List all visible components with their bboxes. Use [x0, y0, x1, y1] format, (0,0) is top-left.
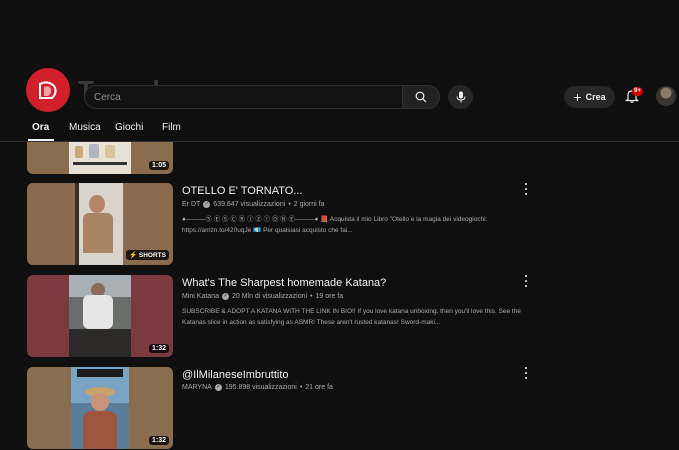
notification-badge: 9+ — [632, 87, 643, 96]
view-count: 195.898 visualizzazioni — [224, 384, 297, 391]
video-thumbnail[interactable]: 1:32 — [27, 275, 173, 357]
video-title[interactable]: What's The Sharpest homemade Katana? — [182, 277, 386, 289]
tab-film[interactable]: Film — [162, 122, 181, 133]
plus-icon: + — [573, 89, 582, 105]
more-actions-icon[interactable] — [522, 367, 530, 379]
video-thumbnail[interactable]: 1:05 — [27, 142, 173, 174]
channel-name[interactable]: MARYNA — [182, 384, 212, 391]
video-description: SUBSCRIBE & ADOPT A KATANA WITH THE LINK… — [182, 308, 521, 326]
upload-age: 19 ore fa — [315, 293, 344, 300]
top-blank-area — [0, 0, 679, 62]
verified-icon: ✓ — [214, 384, 222, 391]
tab-musica[interactable]: Musica — [69, 122, 101, 133]
shorts-badge: ⚡ SHORTS — [126, 250, 169, 260]
thumbnail-image — [75, 183, 123, 265]
create-button[interactable]: + Crea — [564, 86, 615, 108]
thumbnail-image — [69, 142, 131, 174]
video-duration: 1:05 — [148, 161, 169, 170]
more-actions-icon[interactable] — [522, 183, 530, 195]
channel-logo[interactable] — [26, 68, 70, 112]
video-meta: Er DT ✓ 639.647 visualizzazioni • 2 gior… — [182, 201, 325, 208]
voice-search-button[interactable] — [448, 85, 473, 109]
channel-name[interactable]: Er DT — [182, 201, 200, 208]
thumbnail-image — [69, 275, 131, 357]
tab-ora[interactable]: Ora — [32, 122, 49, 133]
avatar[interactable] — [656, 86, 676, 106]
create-label: Crea — [585, 92, 606, 102]
upload-age: 2 giorni fa — [293, 201, 325, 208]
view-count: 639.647 visualizzazioni — [213, 201, 286, 208]
video-title[interactable]: @IlMilaneseImbruttito — [182, 369, 289, 381]
verified-icon: ✓ — [221, 293, 229, 300]
upload-age: 21 ore fa — [305, 384, 333, 391]
video-thumbnail[interactable]: 1:32 — [27, 367, 173, 449]
verified-icon: ✓ — [203, 201, 211, 208]
logo-icon — [39, 81, 57, 99]
search-box[interactable] — [84, 85, 403, 109]
video-thumbnail[interactable]: ⚡ SHORTS — [27, 183, 173, 265]
video-title[interactable]: OTELLO E' TORNATO... — [182, 185, 302, 197]
view-count: 20 Mln di visualizzazioni — [231, 293, 308, 300]
video-meta: MARYNA ✓ 195.898 visualizzazioni • 21 or… — [182, 384, 333, 391]
microphone-icon — [456, 91, 465, 103]
search-button[interactable] — [402, 85, 440, 109]
search-icon — [415, 91, 427, 103]
thumbnail-image — [71, 367, 129, 449]
video-meta: Mini Katana ✓ 20 Mln di visualizzazioni … — [182, 293, 344, 300]
tab-giochi[interactable]: Giochi — [115, 122, 143, 133]
video-description: ●———Ⓢ Ⓔ Ⓢ Ⓒ Ⓡ Ⓘ Ⓩ Ⓘ Ⓞ Ⓝ Ⓔ———● 📕 Acquista… — [182, 216, 488, 234]
channel-name[interactable]: Mini Katana — [182, 293, 219, 300]
search-input[interactable] — [94, 90, 384, 104]
video-duration: 1:32 — [148, 436, 169, 445]
video-duration: 1:32 — [148, 344, 169, 353]
more-actions-icon[interactable] — [522, 275, 530, 287]
